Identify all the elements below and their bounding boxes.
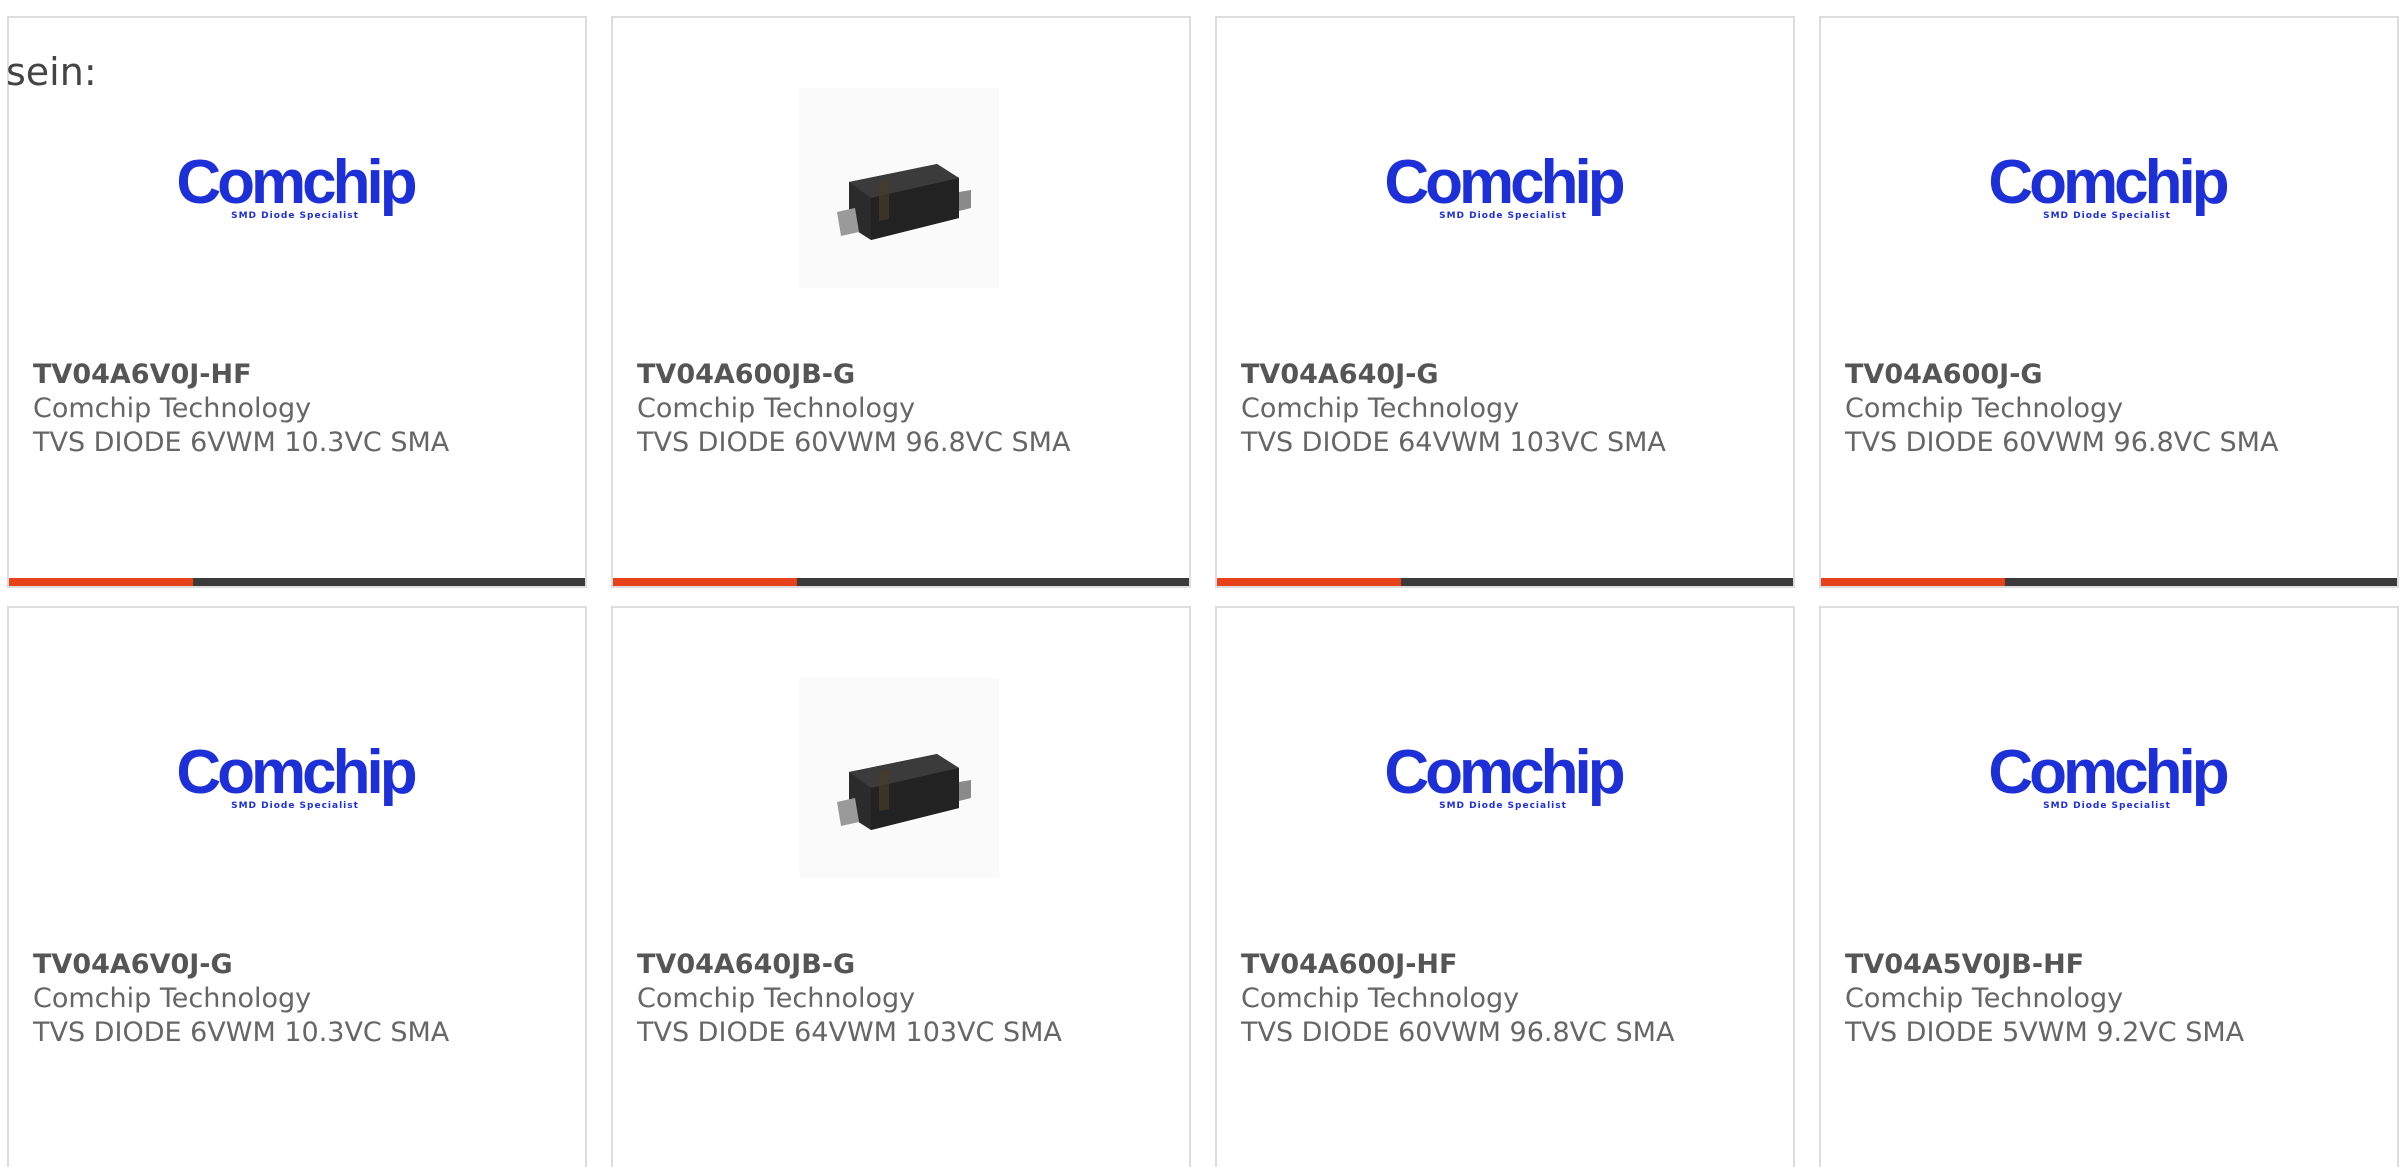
product-card[interactable]: Comchip SMD Diode Specialist TV04A600J-G… — [1819, 16, 2399, 588]
card-accent-bar — [613, 578, 798, 586]
card-footer-bar — [1821, 578, 2397, 586]
description: TVS DIODE 6VWM 10.3VC SMA — [33, 427, 450, 458]
card-footer-bar — [613, 578, 1189, 586]
manufacturer: Comchip Technology — [1241, 983, 1520, 1014]
product-card[interactable]: Comchip SMD Diode Specialist TV04A6V0J-G… — [7, 606, 587, 1167]
product-grid: Comchip SMD Diode Specialist TV04A6V0J-H… — [0, 0, 2400, 1167]
part-number-link[interactable]: TV04A5V0JB-HF — [1845, 948, 2387, 982]
comchip-logo: Comchip SMD Diode Specialist — [1988, 148, 2229, 222]
part-number-link[interactable]: TV04A600J-HF — [1241, 948, 1783, 982]
product-image[interactable]: Comchip SMD Diode Specialist — [1988, 88, 2229, 288]
product-card[interactable]: Comchip SMD Diode Specialist TV04A640J-G… — [1215, 16, 1795, 588]
product-grid-page: sein: Comchip SMD Diode Specialist TV04A… — [0, 0, 2400, 1167]
manufacturer: Comchip Technology — [637, 393, 916, 424]
part-number-link[interactable]: TV04A600J-G — [1845, 358, 2387, 392]
sma-diode-photo — [799, 88, 999, 288]
manufacturer: Comchip Technology — [1845, 393, 2124, 424]
product-image[interactable]: Comchip SMD Diode Specialist — [176, 88, 417, 288]
part-number-link[interactable]: TV04A6V0J-G — [33, 948, 575, 982]
sma-diode-photo — [799, 678, 999, 878]
part-number-link[interactable]: TV04A640J-G — [1241, 358, 1783, 392]
card-accent-bar — [9, 578, 194, 586]
description: TVS DIODE 6VWM 10.3VC SMA — [33, 1017, 450, 1048]
product-card[interactable]: Comchip SMD Diode Specialist TV04A6V0J-H… — [7, 16, 587, 588]
lead-text: sein: — [6, 50, 97, 94]
product-image[interactable] — [799, 88, 999, 288]
manufacturer: Comchip Technology — [33, 393, 312, 424]
comchip-logo: Comchip SMD Diode Specialist — [176, 738, 417, 812]
card-accent-bar — [1821, 578, 2006, 586]
description: TVS DIODE 64VWM 103VC SMA — [1241, 427, 1666, 458]
product-card[interactable]: TV04A600JB-G Comchip Technology TVS DIOD… — [611, 16, 1191, 588]
card-footer-bar — [9, 578, 585, 586]
description: TVS DIODE 64VWM 103VC SMA — [637, 1017, 1062, 1048]
product-card[interactable]: TV04A640JB-G Comchip Technology TVS DIOD… — [611, 606, 1191, 1167]
product-card[interactable]: Comchip SMD Diode Specialist TV04A5V0JB-… — [1819, 606, 2399, 1167]
product-image[interactable]: Comchip SMD Diode Specialist — [176, 678, 417, 878]
product-card[interactable]: Comchip SMD Diode Specialist TV04A600J-H… — [1215, 606, 1795, 1167]
product-image[interactable]: Comchip SMD Diode Specialist — [1384, 678, 1625, 878]
description: TVS DIODE 60VWM 96.8VC SMA — [1845, 427, 2279, 458]
comchip-logo: Comchip SMD Diode Specialist — [1384, 738, 1625, 812]
product-image[interactable] — [799, 678, 999, 878]
comchip-logo: Comchip SMD Diode Specialist — [1988, 738, 2229, 812]
card-footer-bar — [1217, 578, 1793, 586]
description: TVS DIODE 60VWM 96.8VC SMA — [1241, 1017, 1675, 1048]
comchip-logo: Comchip SMD Diode Specialist — [176, 148, 417, 222]
part-number-link[interactable]: TV04A600JB-G — [637, 358, 1179, 392]
description: TVS DIODE 60VWM 96.8VC SMA — [637, 427, 1071, 458]
product-image[interactable]: Comchip SMD Diode Specialist — [1384, 88, 1625, 288]
manufacturer: Comchip Technology — [1241, 393, 1520, 424]
card-accent-bar — [1217, 578, 1402, 586]
manufacturer: Comchip Technology — [637, 983, 916, 1014]
part-number-link[interactable]: TV04A6V0J-HF — [33, 358, 575, 392]
product-image[interactable]: Comchip SMD Diode Specialist — [1988, 678, 2229, 878]
part-number-link[interactable]: TV04A640JB-G — [637, 948, 1179, 982]
description: TVS DIODE 5VWM 9.2VC SMA — [1845, 1017, 2245, 1048]
manufacturer: Comchip Technology — [1845, 983, 2124, 1014]
comchip-logo: Comchip SMD Diode Specialist — [1384, 148, 1625, 222]
manufacturer: Comchip Technology — [33, 983, 312, 1014]
